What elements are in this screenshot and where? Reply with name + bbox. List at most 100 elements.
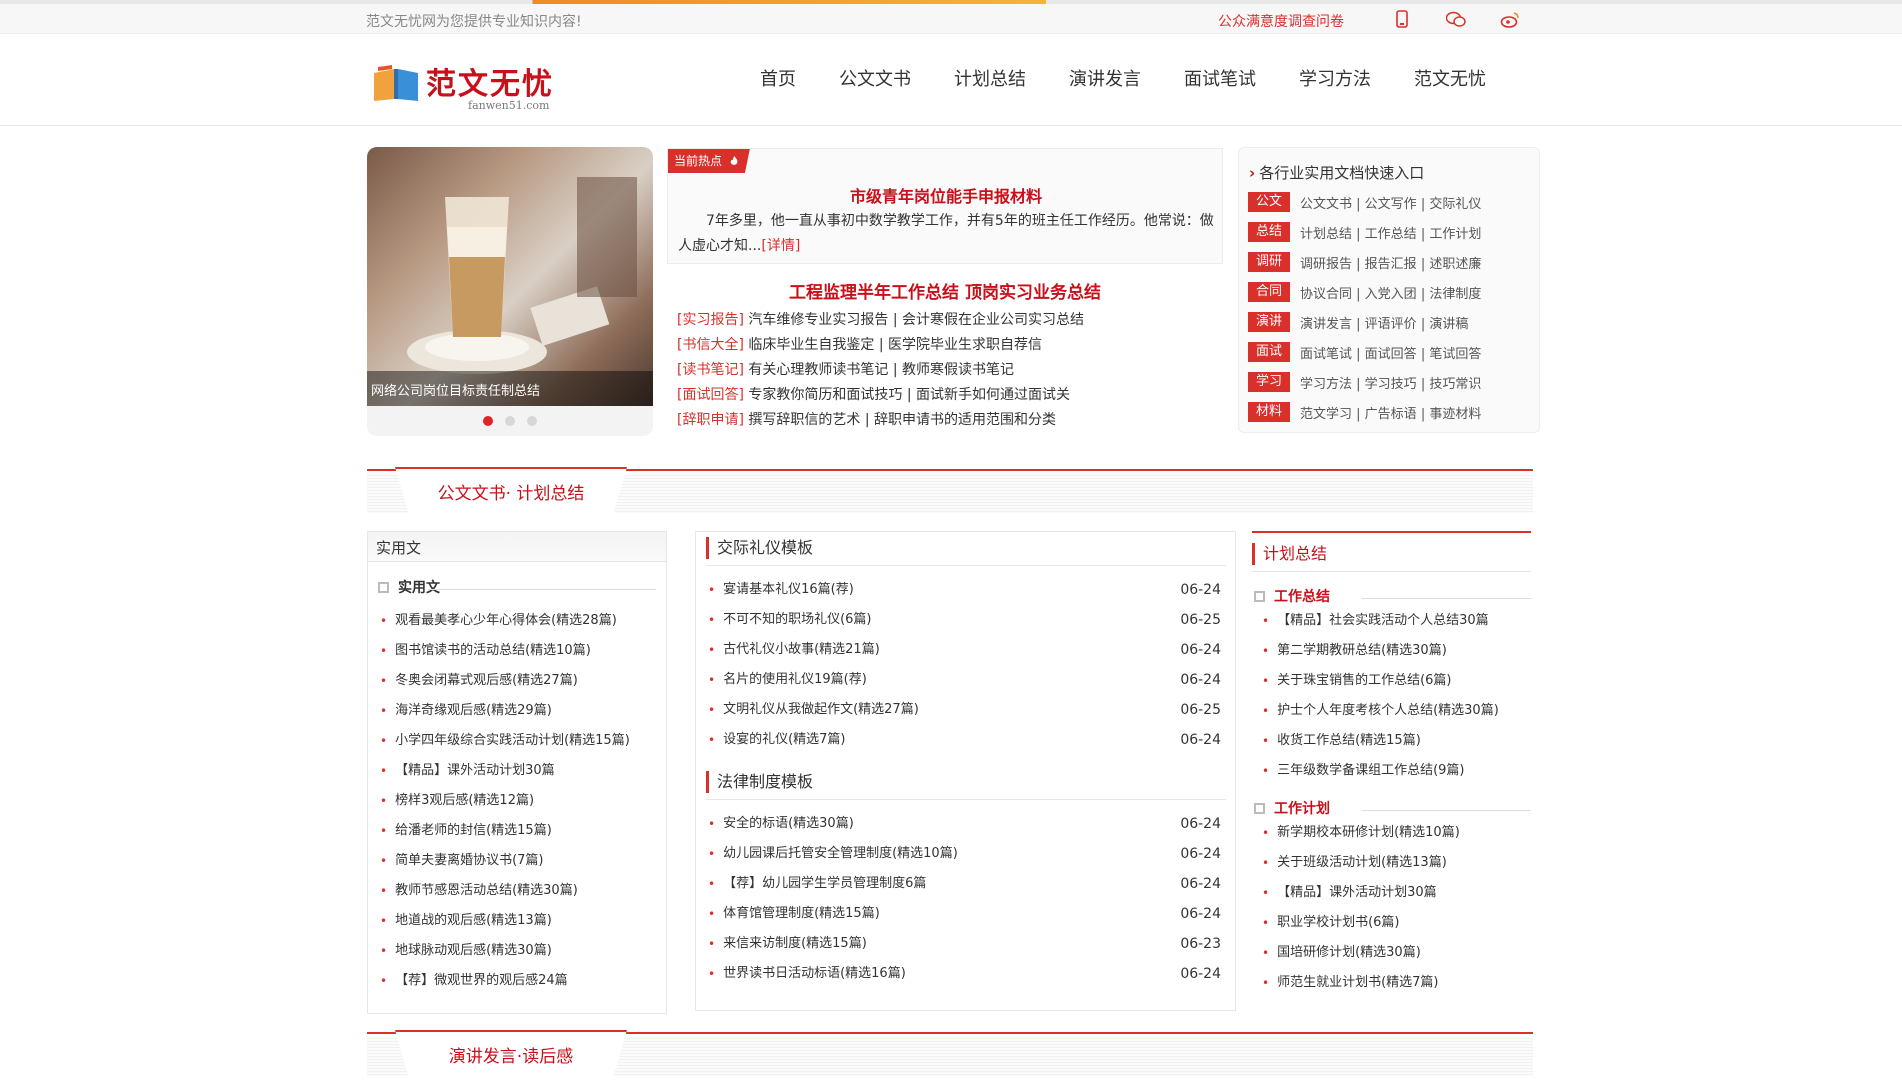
nav-item-home[interactable]: 首页: [760, 65, 796, 91]
quick-tag[interactable]: 合同: [1248, 282, 1290, 302]
list-item-link[interactable]: 宴请基本礼仪16篇(荐): [723, 575, 854, 605]
nav-item-fanwen[interactable]: 范文无忧: [1414, 65, 1486, 91]
list-item-link[interactable]: 古代礼仪小故事(精选21篇): [723, 635, 880, 665]
quick-link[interactable]: 广告标语: [1365, 407, 1417, 422]
slider-dot-1[interactable]: [482, 416, 493, 426]
quick-link[interactable]: 学习方法: [1300, 377, 1352, 392]
list-item-link[interactable]: 【精品】课外活动计划30篇: [1277, 878, 1437, 908]
quick-link[interactable]: 技巧常识: [1429, 377, 1481, 392]
list-item-link[interactable]: 职业学校计划书(6篇): [1277, 908, 1399, 938]
wechat-icon[interactable]: [1446, 9, 1466, 29]
quick-link[interactable]: 公文文书: [1300, 197, 1352, 212]
quick-tag[interactable]: 总结: [1248, 222, 1290, 242]
list-item-link[interactable]: 给潘老师的封信(精选15篇): [395, 816, 552, 846]
work-plan-subhead-link[interactable]: 工作计划: [1274, 798, 1330, 818]
quick-link[interactable]: 面试回答: [1365, 347, 1417, 362]
nav-item-study-methods[interactable]: 学习方法: [1299, 65, 1371, 91]
hot-list-link[interactable]: 教师寒假读书笔记: [902, 362, 1014, 378]
list-item-link[interactable]: 教师节感恩活动总结(精选30篇): [395, 876, 578, 906]
hot-list-link[interactable]: 专家教你简历和面试技巧: [748, 387, 902, 403]
hot-list-category[interactable]: [实习报告]: [677, 312, 744, 328]
hot-topic-more-link[interactable]: [详情]: [761, 238, 800, 254]
practical-subhead-link[interactable]: 实用文: [398, 577, 440, 597]
quick-link[interactable]: 范文学习: [1300, 407, 1352, 422]
list-item-link[interactable]: 来信来访制度(精选15篇): [723, 929, 867, 959]
list-item-link[interactable]: 世界读书日活动标语(精选16篇): [723, 959, 906, 989]
hot-list-category[interactable]: [面试回答]: [677, 387, 744, 403]
quick-link[interactable]: 报告汇报: [1365, 257, 1417, 272]
list-item-link[interactable]: 图书馆读书的活动总结(精选10篇): [395, 636, 591, 666]
quick-tag[interactable]: 演讲: [1248, 312, 1290, 332]
quick-link[interactable]: 事迹材料: [1429, 407, 1481, 422]
list-item-link[interactable]: 地道战的观后感(精选13篇): [395, 906, 552, 936]
hot-list-link[interactable]: 有关心理教师读书笔记: [748, 362, 888, 378]
slider-dot-2[interactable]: [505, 416, 515, 426]
list-item-link[interactable]: 观看最美孝心少年心得体会(精选28篇): [395, 606, 617, 636]
list-item-link[interactable]: 设宴的礼仪(精选7篇): [723, 725, 845, 755]
quick-tag[interactable]: 材料: [1248, 402, 1290, 422]
quick-tag[interactable]: 学习: [1248, 372, 1290, 392]
list-item-link[interactable]: 【荐】微观世界的观后感24篇: [395, 966, 568, 996]
quick-link[interactable]: 面试笔试: [1300, 347, 1352, 362]
list-item-link[interactable]: 国培研修计划(精选30篇): [1277, 938, 1421, 968]
law-header[interactable]: 法律制度模板: [706, 771, 813, 793]
list-item-link[interactable]: 【荐】幼儿园学生学员管理制度6篇: [723, 869, 926, 899]
list-item-link[interactable]: 榜样3观后感(精选12篇): [395, 786, 534, 816]
quick-link[interactable]: 工作计划: [1429, 227, 1481, 242]
hot-list-link[interactable]: 汽车维修专业实习报告: [748, 312, 888, 328]
quick-link[interactable]: 入党入团: [1365, 287, 1417, 302]
list-item-link[interactable]: 【精品】社会实践活动个人总结30篇: [1277, 606, 1489, 636]
list-item-link[interactable]: 关于珠宝销售的工作总结(6篇): [1277, 666, 1451, 696]
slider-photo[interactable]: [367, 147, 653, 406]
hot-list-link[interactable]: 辞职申请书的适用范围和分类: [874, 412, 1056, 428]
hot-list-category[interactable]: [辞职申请]: [677, 412, 744, 428]
hot-list-category[interactable]: [书信大全]: [677, 337, 744, 353]
list-item-link[interactable]: 三年级数学备课组工作总结(9篇): [1277, 756, 1464, 786]
quick-link[interactable]: 计划总结: [1300, 227, 1352, 242]
hot-list-link[interactable]: 面试新手如何通过面试关: [916, 387, 1070, 403]
quick-link[interactable]: 评语评价: [1365, 317, 1417, 332]
list-item-link[interactable]: 关于班级活动计划(精选13篇): [1277, 848, 1447, 878]
hot-list-link[interactable]: 撰写辞职信的艺术: [748, 412, 860, 428]
quick-link[interactable]: 学习技巧: [1365, 377, 1417, 392]
weibo-icon[interactable]: [1500, 9, 1520, 29]
survey-link[interactable]: 公众满意度调查问卷: [1218, 11, 1344, 31]
list-item-link[interactable]: 幼儿园课后托管安全管理制度(精选10篇): [723, 839, 958, 869]
list-item-link[interactable]: 海洋奇缘观后感(精选29篇): [395, 696, 552, 726]
list-item-link[interactable]: 冬奥会闭幕式观后感(精选27篇): [395, 666, 578, 696]
slider-dot-3[interactable]: [527, 416, 538, 426]
nav-item-plan-summary[interactable]: 计划总结: [954, 65, 1026, 91]
list-item-link[interactable]: 体育馆管理制度(精选15篇): [723, 899, 880, 929]
hot-topic-title[interactable]: 市级青年岗位能手申报材料: [668, 183, 1224, 207]
quick-link[interactable]: 公文写作: [1365, 197, 1417, 212]
quick-link[interactable]: 法律制度: [1429, 287, 1481, 302]
section-title-1[interactable]: 公文文书· 计划总结: [395, 479, 627, 504]
slider-caption[interactable]: 网络公司岗位目标责任制总结: [367, 371, 653, 406]
quick-link[interactable]: 演讲稿: [1429, 317, 1468, 332]
list-item-link[interactable]: 文明礼仪从我做起作文(精选27篇): [723, 695, 919, 725]
list-item-link[interactable]: 安全的标语(精选30篇): [723, 809, 854, 839]
etiquette-header[interactable]: 交际礼仪模板: [706, 537, 813, 559]
plan-summary-header[interactable]: 计划总结: [1252, 543, 1327, 565]
list-item-link[interactable]: 收货工作总结(精选15篇): [1277, 726, 1421, 756]
list-item-link[interactable]: 简单夫妻离婚协议书(7篇): [395, 846, 543, 876]
quick-tag[interactable]: 面试: [1248, 342, 1290, 362]
hot-list-category[interactable]: [读书笔记]: [677, 362, 744, 378]
hot-list-link[interactable]: 会计寒假在企业公司实习总结: [902, 312, 1084, 328]
site-logo[interactable]: 范文无忧 fanwen51.com: [372, 61, 572, 113]
section-title-2[interactable]: 演讲发言·读后感: [395, 1042, 627, 1067]
quick-link[interactable]: 协议合同: [1300, 287, 1352, 302]
quick-link[interactable]: 笔试回答: [1429, 347, 1481, 362]
hot-list-link[interactable]: 医学院毕业生求职自荐信: [888, 337, 1042, 353]
nav-item-interview[interactable]: 面试笔试: [1184, 65, 1256, 91]
quick-link[interactable]: 交际礼仪: [1429, 197, 1481, 212]
quick-link[interactable]: 调研报告: [1300, 257, 1352, 272]
list-item-link[interactable]: 师范生就业计划书(精选7篇): [1277, 968, 1438, 998]
work-summary-subhead-link[interactable]: 工作总结: [1274, 586, 1330, 606]
quick-link[interactable]: 演讲发言: [1300, 317, 1352, 332]
list-item-link[interactable]: 不可不知的职场礼仪(6篇): [723, 605, 871, 635]
list-item-link[interactable]: 小学四年级综合实践活动计划(精选15篇): [395, 726, 630, 756]
quick-tag[interactable]: 调研: [1248, 252, 1290, 272]
quick-tag[interactable]: 公文: [1248, 192, 1290, 212]
hot-list-link[interactable]: 临床毕业生自我鉴定: [748, 337, 874, 353]
